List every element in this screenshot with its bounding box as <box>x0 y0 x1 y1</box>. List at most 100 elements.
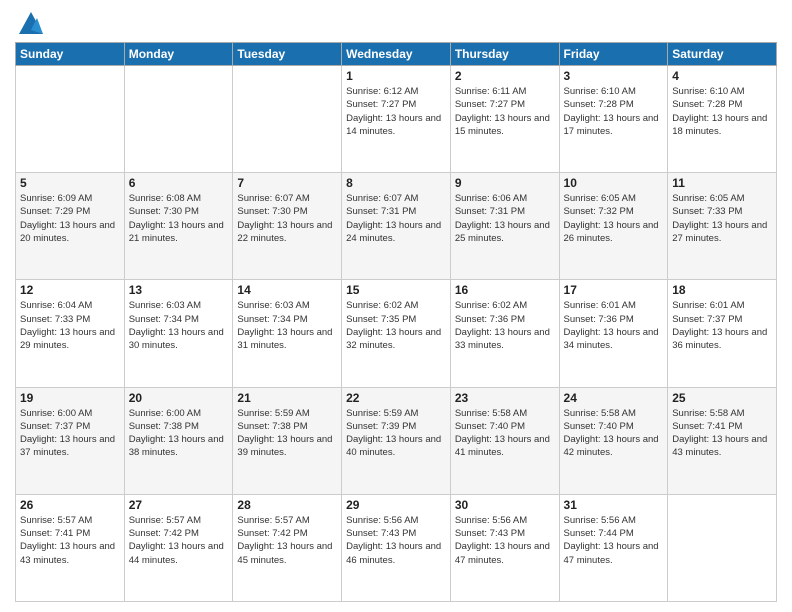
day-number: 17 <box>564 283 664 297</box>
day-number: 15 <box>346 283 446 297</box>
day-cell-28: 28Sunrise: 5:57 AM Sunset: 7:42 PM Dayli… <box>233 494 342 601</box>
day-number: 2 <box>455 69 555 83</box>
week-row-2: 5 Sunrise: 6:09 AM Sunset: 7:29 PM Daylig… <box>16 173 777 280</box>
day-number: 24 <box>564 391 664 405</box>
week-row-4: 19 Sunrise: 6:00 AM Sunset: 7:37 PM Dayli… <box>16 387 777 494</box>
day-info: Sunrise: 5:59 AM Sunset: 7:39 PM Dayligh… <box>346 407 446 460</box>
weekday-header-friday: Friday <box>559 43 668 66</box>
day-cell-29: 29 Sunrise: 5:56 AM Sunset: 7:43 PM Dayli… <box>342 494 451 601</box>
day-cell-9: 9Sunrise: 6:06 AM Sunset: 7:31 PM Daylig… <box>450 173 559 280</box>
day-number: 26 <box>20 498 120 512</box>
logo-icon <box>17 10 45 38</box>
empty-cell <box>233 66 342 173</box>
day-info: Sunrise: 6:01 AM Sunset: 7:37 PM Dayligh… <box>672 299 772 352</box>
day-info: Sunrise: 5:56 AM Sunset: 7:44 PM Dayligh… <box>564 514 664 567</box>
weekday-header-sunday: Sunday <box>16 43 125 66</box>
day-cell-1: 1 Sunrise: 6:12 AM Sunset: 7:27 PM Daylig… <box>342 66 451 173</box>
day-cell-23: 23 Sunrise: 5:58 AM Sunset: 7:40 PM Dayli… <box>450 387 559 494</box>
day-info: Sunrise: 6:04 AM Sunset: 7:33 PM Dayligh… <box>20 299 120 352</box>
day-info: Sunrise: 6:08 AM Sunset: 7:30 PM Dayligh… <box>129 192 229 245</box>
day-cell-15: 15 Sunrise: 6:02 AM Sunset: 7:35 PM Dayli… <box>342 280 451 387</box>
day-number: 7 <box>237 176 337 190</box>
calendar-table: SundayMondayTuesdayWednesdayThursdayFrid… <box>15 42 777 602</box>
day-cell-12: 12 Sunrise: 6:04 AM Sunset: 7:33 PM Dayli… <box>16 280 125 387</box>
empty-cell <box>668 494 777 601</box>
day-number: 21 <box>237 391 337 405</box>
day-cell-11: 11 Sunrise: 6:05 AM Sunset: 7:33 PM Dayli… <box>668 173 777 280</box>
day-info: Sunrise: 6:12 AM Sunset: 7:27 PM Dayligh… <box>346 85 446 138</box>
day-number: 13 <box>129 283 229 297</box>
day-cell-26: 26 Sunrise: 5:57 AM Sunset: 7:41 PM Dayli… <box>16 494 125 601</box>
day-info: Sunrise: 6:07 AM Sunset: 7:31 PM Dayligh… <box>346 192 446 245</box>
weekday-header-thursday: Thursday <box>450 43 559 66</box>
calendar-page: SundayMondayTuesdayWednesdayThursdayFrid… <box>0 0 792 612</box>
day-info: Sunrise: 6:00 AM Sunset: 7:37 PM Dayligh… <box>20 407 120 460</box>
day-cell-30: 30 Sunrise: 5:56 AM Sunset: 7:43 PM Dayli… <box>450 494 559 601</box>
day-cell-31: 31 Sunrise: 5:56 AM Sunset: 7:44 PM Dayli… <box>559 494 668 601</box>
day-info: Sunrise: 6:03 AM Sunset: 7:34 PM Dayligh… <box>237 299 337 352</box>
day-number: 8 <box>346 176 446 190</box>
day-number: 19 <box>20 391 120 405</box>
day-info: Sunrise: 6:01 AM Sunset: 7:36 PM Dayligh… <box>564 299 664 352</box>
day-cell-17: 17 Sunrise: 6:01 AM Sunset: 7:36 PM Dayli… <box>559 280 668 387</box>
day-cell-27: 27Sunrise: 5:57 AM Sunset: 7:42 PM Dayli… <box>124 494 233 601</box>
day-number: 18 <box>672 283 772 297</box>
weekday-header-wednesday: Wednesday <box>342 43 451 66</box>
day-cell-7: 7 Sunrise: 6:07 AM Sunset: 7:30 PM Daylig… <box>233 173 342 280</box>
week-row-1: 1 Sunrise: 6:12 AM Sunset: 7:27 PM Daylig… <box>16 66 777 173</box>
day-info: Sunrise: 6:10 AM Sunset: 7:28 PM Dayligh… <box>672 85 772 138</box>
day-info: Sunrise: 6:06 AM Sunset: 7:31 PM Dayligh… <box>455 192 555 245</box>
day-info: Sunrise: 6:07 AM Sunset: 7:30 PM Dayligh… <box>237 192 337 245</box>
day-info: Sunrise: 6:11 AM Sunset: 7:27 PM Dayligh… <box>455 85 555 138</box>
day-cell-6: 6 Sunrise: 6:08 AM Sunset: 7:30 PM Daylig… <box>124 173 233 280</box>
day-number: 27 <box>129 498 229 512</box>
day-number: 11 <box>672 176 772 190</box>
day-number: 22 <box>346 391 446 405</box>
day-info: Sunrise: 6:09 AM Sunset: 7:29 PM Dayligh… <box>20 192 120 245</box>
day-info: Sunrise: 6:02 AM Sunset: 7:35 PM Dayligh… <box>346 299 446 352</box>
day-number: 31 <box>564 498 664 512</box>
day-number: 14 <box>237 283 337 297</box>
day-cell-4: 4 Sunrise: 6:10 AM Sunset: 7:28 PM Daylig… <box>668 66 777 173</box>
day-cell-14: 14 Sunrise: 6:03 AM Sunset: 7:34 PM Dayli… <box>233 280 342 387</box>
day-number: 3 <box>564 69 664 83</box>
weekday-header-tuesday: Tuesday <box>233 43 342 66</box>
weekday-header-row: SundayMondayTuesdayWednesdayThursdayFrid… <box>16 43 777 66</box>
weekday-header-saturday: Saturday <box>668 43 777 66</box>
day-info: Sunrise: 5:56 AM Sunset: 7:43 PM Dayligh… <box>455 514 555 567</box>
day-info: Sunrise: 6:00 AM Sunset: 7:38 PM Dayligh… <box>129 407 229 460</box>
day-cell-3: 3Sunrise: 6:10 AM Sunset: 7:28 PM Daylig… <box>559 66 668 173</box>
day-number: 30 <box>455 498 555 512</box>
day-info: Sunrise: 6:03 AM Sunset: 7:34 PM Dayligh… <box>129 299 229 352</box>
day-number: 1 <box>346 69 446 83</box>
empty-cell <box>124 66 233 173</box>
day-info: Sunrise: 6:05 AM Sunset: 7:33 PM Dayligh… <box>672 192 772 245</box>
day-number: 5 <box>20 176 120 190</box>
day-cell-20: 20Sunrise: 6:00 AM Sunset: 7:38 PM Dayli… <box>124 387 233 494</box>
day-number: 4 <box>672 69 772 83</box>
day-number: 23 <box>455 391 555 405</box>
day-number: 16 <box>455 283 555 297</box>
day-cell-22: 22 Sunrise: 5:59 AM Sunset: 7:39 PM Dayli… <box>342 387 451 494</box>
day-cell-2: 2 Sunrise: 6:11 AM Sunset: 7:27 PM Daylig… <box>450 66 559 173</box>
empty-cell <box>16 66 125 173</box>
day-cell-8: 8 Sunrise: 6:07 AM Sunset: 7:31 PM Daylig… <box>342 173 451 280</box>
day-info: Sunrise: 5:58 AM Sunset: 7:40 PM Dayligh… <box>455 407 555 460</box>
day-info: Sunrise: 6:05 AM Sunset: 7:32 PM Dayligh… <box>564 192 664 245</box>
day-number: 12 <box>20 283 120 297</box>
weekday-header-monday: Monday <box>124 43 233 66</box>
day-number: 29 <box>346 498 446 512</box>
week-row-3: 12 Sunrise: 6:04 AM Sunset: 7:33 PM Dayli… <box>16 280 777 387</box>
day-cell-18: 18 Sunrise: 6:01 AM Sunset: 7:37 PM Dayli… <box>668 280 777 387</box>
day-cell-10: 10 Sunrise: 6:05 AM Sunset: 7:32 PM Dayli… <box>559 173 668 280</box>
day-number: 10 <box>564 176 664 190</box>
day-cell-25: 25Sunrise: 5:58 AM Sunset: 7:41 PM Dayli… <box>668 387 777 494</box>
day-info: Sunrise: 5:58 AM Sunset: 7:41 PM Dayligh… <box>672 407 772 460</box>
day-info: Sunrise: 5:57 AM Sunset: 7:41 PM Dayligh… <box>20 514 120 567</box>
day-info: Sunrise: 5:58 AM Sunset: 7:40 PM Dayligh… <box>564 407 664 460</box>
day-info: Sunrise: 5:56 AM Sunset: 7:43 PM Dayligh… <box>346 514 446 567</box>
day-cell-5: 5 Sunrise: 6:09 AM Sunset: 7:29 PM Daylig… <box>16 173 125 280</box>
logo <box>15 10 45 34</box>
day-cell-13: 13 Sunrise: 6:03 AM Sunset: 7:34 PM Dayli… <box>124 280 233 387</box>
day-number: 6 <box>129 176 229 190</box>
